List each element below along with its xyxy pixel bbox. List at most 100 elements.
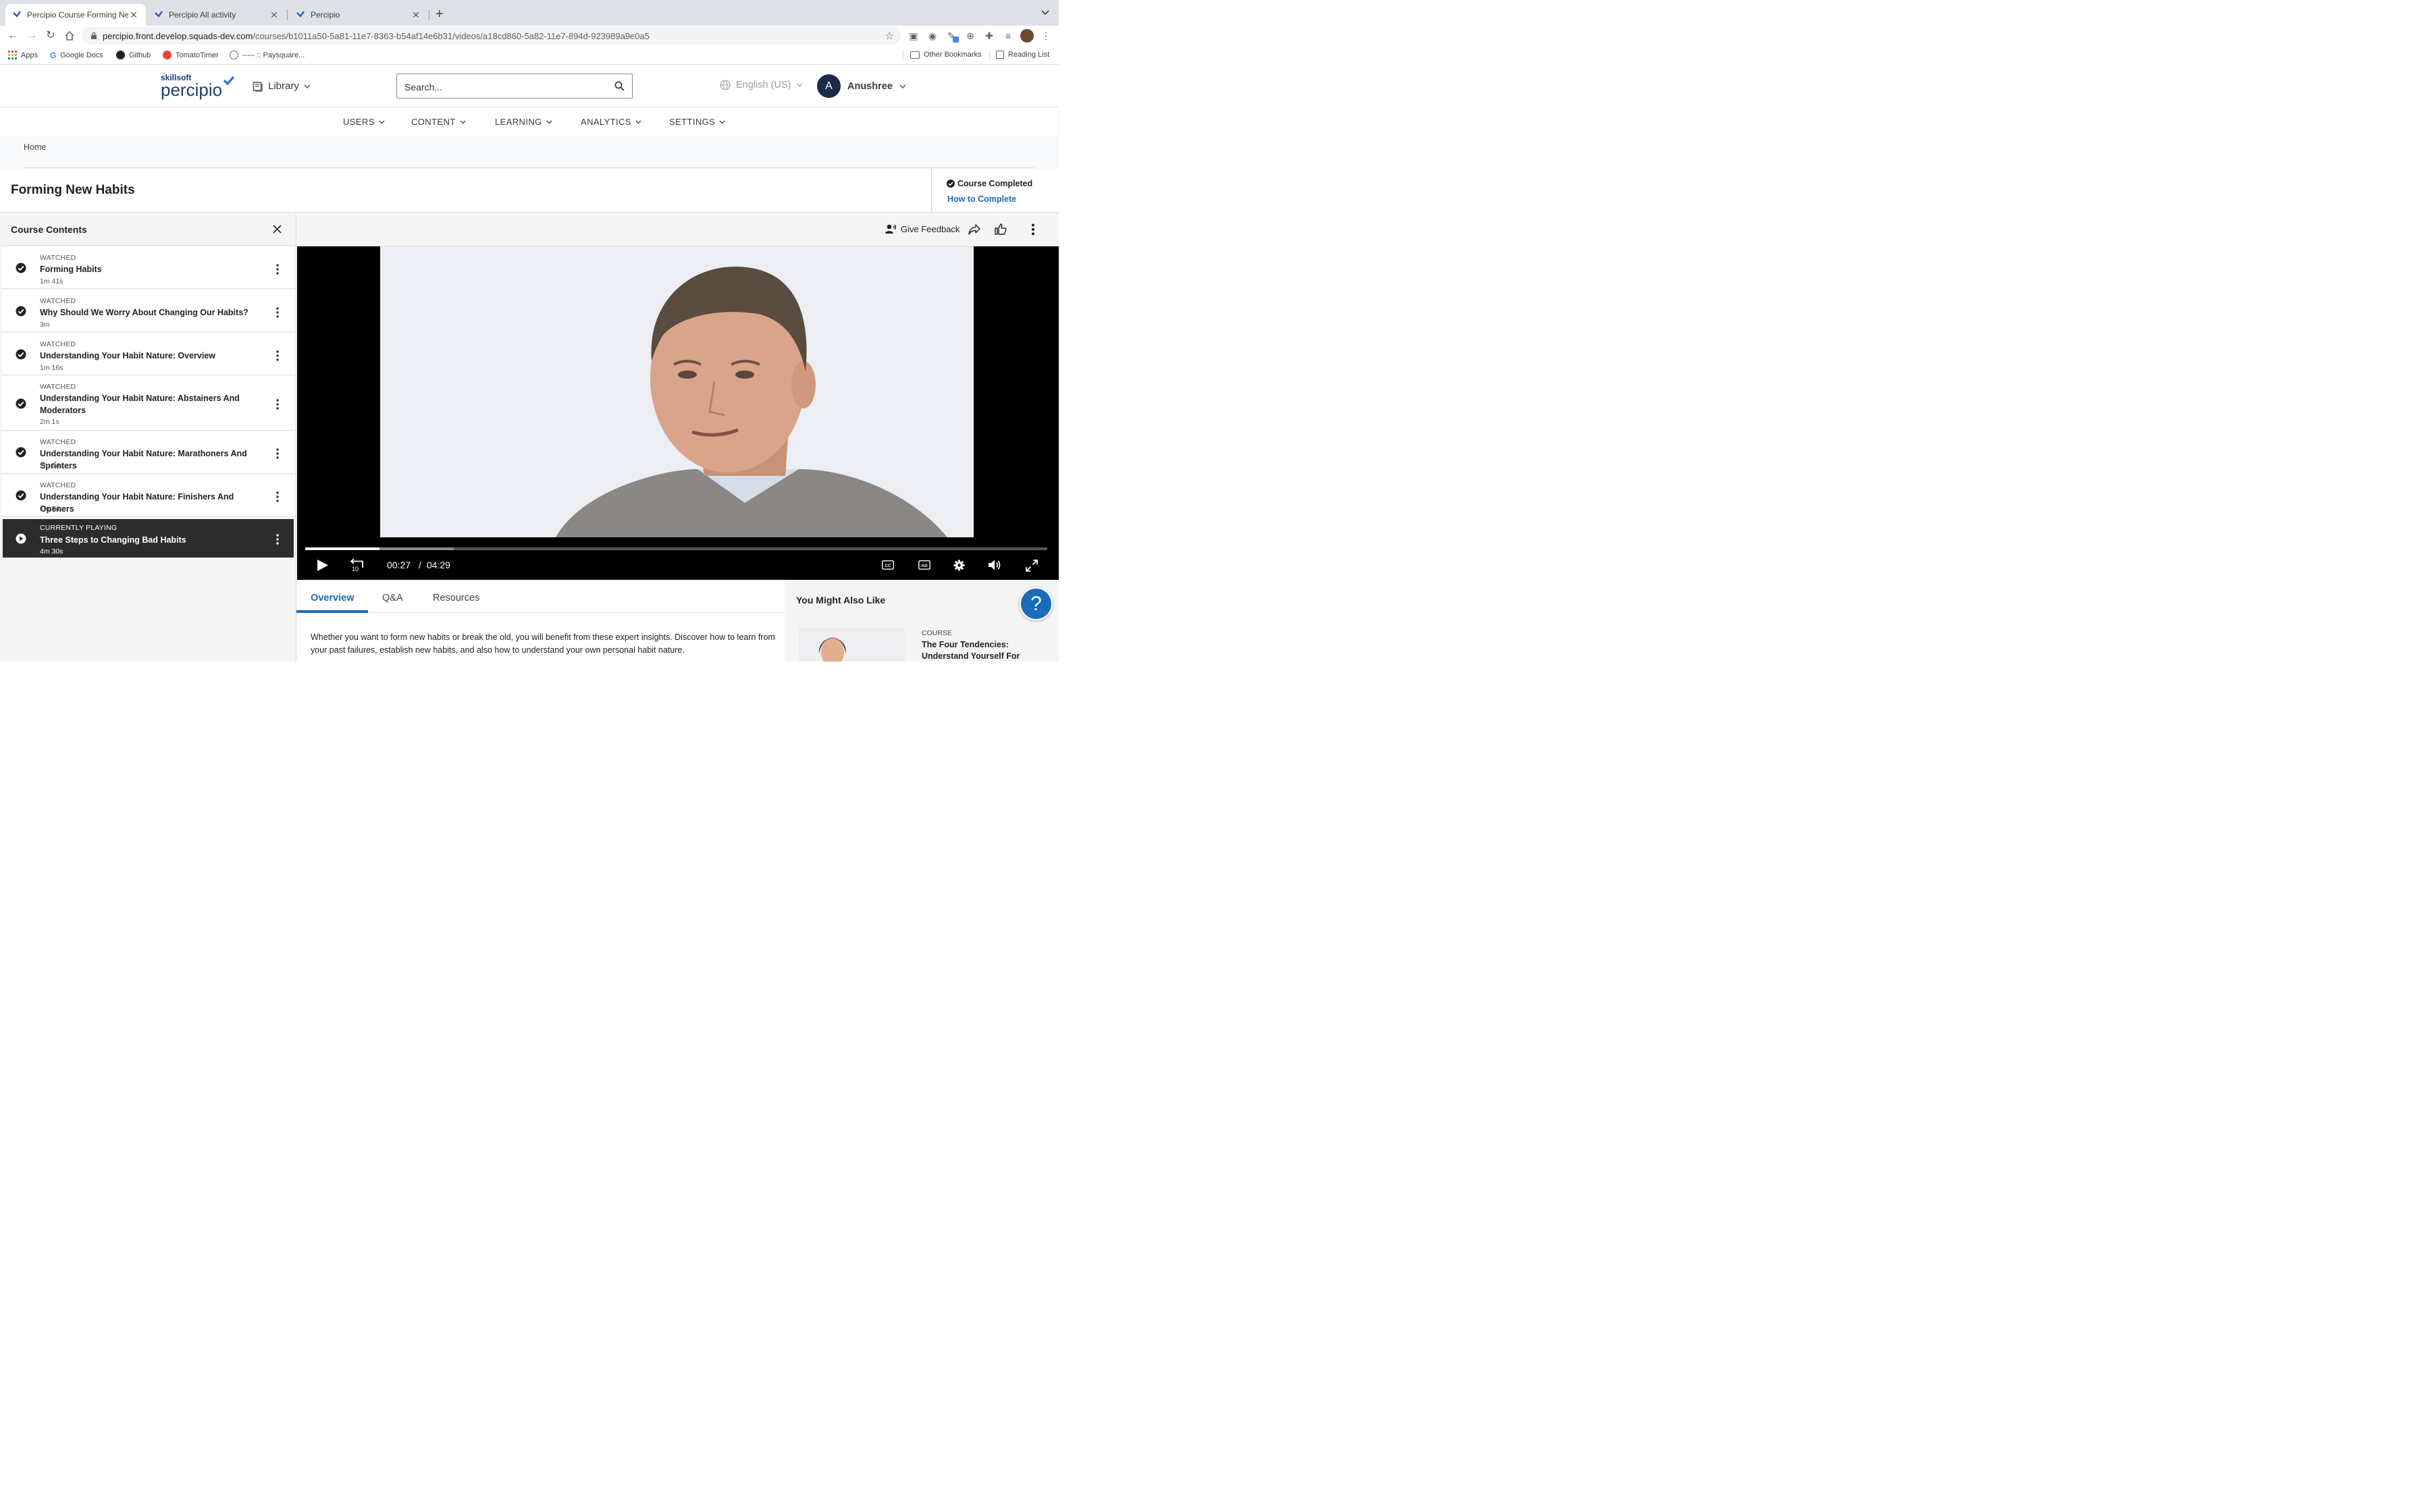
tab-resources[interactable]: Resources: [433, 593, 479, 603]
list-item[interactable]: WATCHED Understanding Your Habit Nature:…: [1, 431, 296, 474]
new-tab-icon[interactable]: +: [436, 7, 444, 21]
more-options-icon[interactable]: [1030, 223, 1036, 236]
list-item[interactable]: WATCHED Understanding Your Habit Nature:…: [1, 333, 296, 375]
zoom-extension-icon[interactable]: ⊕: [965, 30, 976, 41]
settings-gear-icon[interactable]: [953, 560, 965, 571]
browser-tab[interactable]: Percipio All activity ✕: [147, 4, 286, 26]
more-options-icon[interactable]: [271, 491, 284, 503]
home-icon[interactable]: [64, 30, 75, 41]
list-item-currently-playing[interactable]: CURRENTLY PLAYING Three Steps to Changin…: [3, 519, 294, 558]
progress-track[interactable]: [305, 547, 1047, 550]
course-contents-sidebar: Course Contents WATCHED Forming Habits 1…: [0, 213, 296, 662]
thumbs-up-icon[interactable]: [995, 223, 1007, 235]
video-toolbar: Give Feedback: [297, 213, 1059, 246]
nav-content[interactable]: CONTENT: [411, 117, 466, 127]
list-item[interactable]: WATCHED Forming Habits 1m 41s: [1, 246, 296, 289]
logo-checkmark-icon: [223, 76, 235, 86]
close-icon[interactable]: [273, 225, 282, 234]
nav-label: USERS: [343, 117, 375, 127]
play-icon[interactable]: [317, 559, 329, 572]
media-control-icon[interactable]: ≡: [1003, 30, 1014, 41]
title-divider: [931, 169, 932, 212]
list-item[interactable]: WATCHED Understanding Your Habit Nature:…: [1, 475, 296, 517]
closed-captions-icon[interactable]: CC: [882, 560, 894, 570]
nav-settings[interactable]: SETTINGS: [669, 117, 725, 127]
rewind-10-button[interactable]: 10: [350, 557, 366, 573]
item-status: WATCHED: [40, 340, 76, 348]
bookmark-google-docs[interactable]: G Google Docs: [50, 51, 103, 60]
more-options-icon[interactable]: [271, 398, 284, 410]
tab-search-chevron-icon[interactable]: [1041, 9, 1050, 16]
extension-icon[interactable]: ▣: [908, 30, 919, 41]
other-bookmarks[interactable]: Other Bookmarks: [910, 51, 982, 59]
profile-avatar-icon[interactable]: [1020, 29, 1034, 43]
item-duration: 3m: [40, 321, 50, 329]
more-options-icon[interactable]: [271, 350, 284, 362]
fullscreen-icon[interactable]: [1026, 560, 1038, 572]
total-time: 04:29: [426, 560, 450, 570]
bookmark-star-icon[interactable]: ☆: [885, 30, 894, 42]
more-options-icon[interactable]: [271, 533, 284, 545]
more-options-icon[interactable]: [271, 448, 284, 460]
user-menu[interactable]: A Anushree: [817, 74, 906, 98]
help-button[interactable]: ?: [1020, 587, 1053, 620]
current-time: 00:27: [387, 560, 411, 570]
close-tab-icon[interactable]: ✕: [411, 9, 421, 21]
tomato-icon: [163, 51, 172, 59]
search-input[interactable]: Search...: [404, 82, 442, 92]
bookmark-apps[interactable]: Apps: [8, 51, 38, 59]
nav-learning[interactable]: LEARNING: [495, 117, 552, 127]
overview-description: Whether you want to form new habits or b…: [311, 632, 775, 655]
browser-tab[interactable]: Percipio ✕: [289, 4, 428, 26]
list-item[interactable]: WATCHED Understanding Your Habit Nature:…: [1, 376, 296, 431]
more-options-icon[interactable]: [271, 306, 284, 319]
browser-menu-icon[interactable]: ⋮: [1041, 30, 1051, 41]
chevron-down-icon: [796, 83, 803, 87]
browser-tab[interactable]: Percipio Course Forming New H ✕: [5, 4, 146, 26]
library-menu[interactable]: Library: [253, 80, 311, 92]
reading-list[interactable]: Reading List: [996, 51, 1049, 59]
close-tab-icon[interactable]: ✕: [269, 9, 280, 21]
record-extension-icon[interactable]: ◉: [927, 30, 938, 41]
course-thumbnail-image: [818, 637, 847, 662]
percipio-logo[interactable]: skillsoft percipio: [161, 74, 235, 99]
tab-overview[interactable]: Overview: [311, 593, 354, 603]
breadcrumb-home[interactable]: Home: [24, 142, 46, 152]
reading-list-icon: [996, 51, 1004, 59]
item-duration: 1m 16s: [40, 364, 63, 372]
card-title[interactable]: The Four Tendencies: Understand Yourself…: [922, 639, 1030, 662]
bookmark-tomatotimer[interactable]: TomatoTimer: [163, 51, 219, 59]
share-icon[interactable]: [968, 224, 980, 235]
video-player[interactable]: 10 00:27 / 04:29 CC AD: [297, 246, 1059, 580]
how-to-complete-link[interactable]: How to Complete: [947, 194, 1016, 204]
item-title: Understanding Your Habit Nature: Finishe…: [40, 492, 234, 514]
nav-analytics[interactable]: ANALYTICS: [581, 117, 641, 127]
tab-qa[interactable]: Q&A: [382, 593, 403, 603]
give-feedback-button[interactable]: Give Feedback: [885, 223, 959, 234]
globe-icon: [230, 51, 238, 59]
volume-icon[interactable]: [988, 559, 1001, 571]
tab-title: Percipio Course Forming New H: [27, 10, 128, 20]
back-icon[interactable]: ←: [7, 30, 19, 42]
list-item[interactable]: WATCHED Why Should We Worry About Changi…: [1, 290, 296, 332]
puzzle-extensions-icon[interactable]: ✚: [984, 30, 995, 41]
nav-label: CONTENT: [411, 117, 456, 127]
search-icon[interactable]: [614, 81, 625, 91]
audio-description-icon[interactable]: AD: [918, 560, 930, 570]
lock-icon: [91, 32, 97, 39]
nav-users[interactable]: USERS: [343, 117, 385, 127]
forward-icon[interactable]: →: [26, 30, 38, 42]
course-thumbnail[interactable]: [799, 628, 905, 662]
item-duration: 2m 24s: [40, 462, 63, 470]
close-tab-icon[interactable]: ✕: [128, 9, 139, 21]
reload-icon[interactable]: ↻: [45, 30, 57, 42]
language-selector[interactable]: English (US): [720, 80, 803, 90]
bookmark-label: TomatoTimer: [176, 51, 219, 59]
search-box[interactable]: Search...: [396, 74, 633, 99]
bookmark-github[interactable]: Github: [116, 51, 151, 59]
bookmark-label: Github: [129, 51, 151, 59]
bookmark-paysquare[interactable]: ----- :: Paysquare...: [230, 51, 305, 59]
url-bar[interactable]: percipio.front.develop.squads-dev.com/co…: [82, 27, 901, 45]
svg-text:CC: CC: [885, 564, 891, 568]
more-options-icon[interactable]: [271, 263, 284, 275]
